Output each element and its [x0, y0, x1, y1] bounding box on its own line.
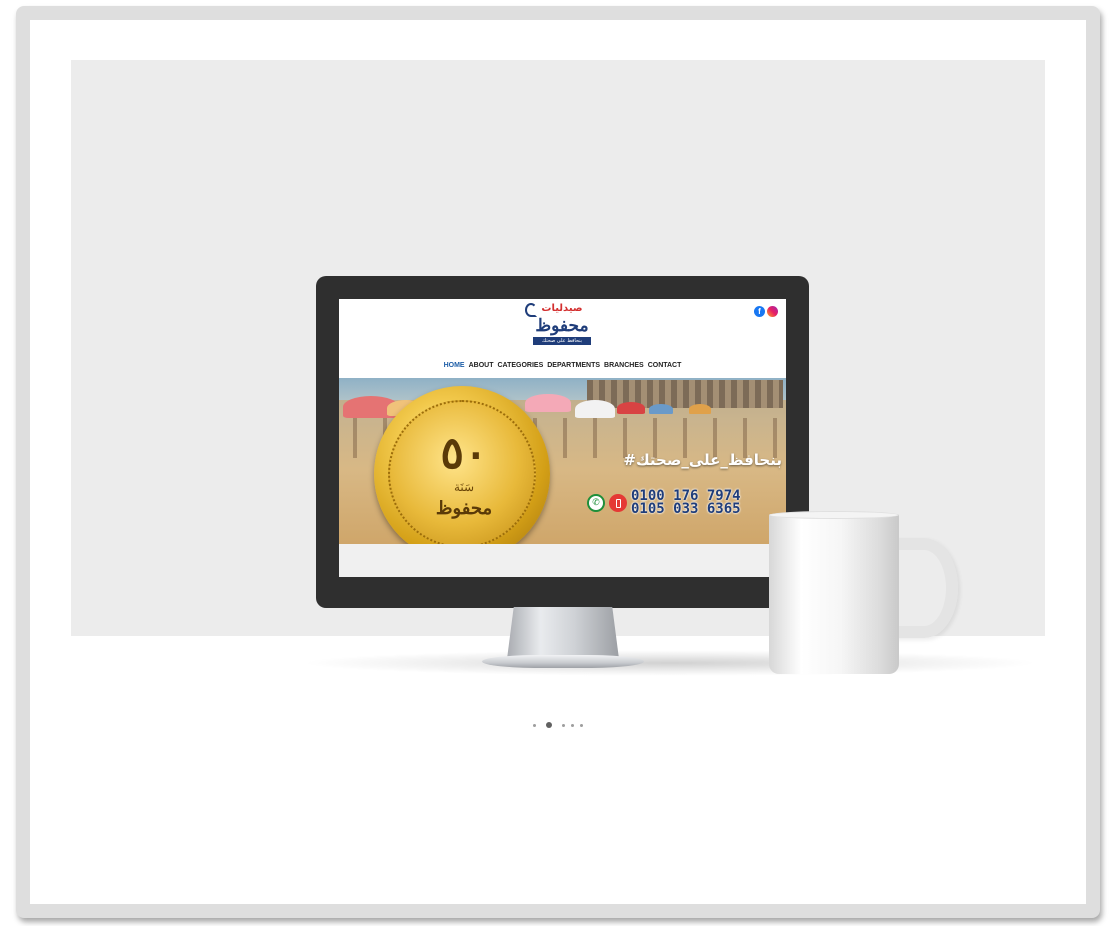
- phone-number-2[interactable]: 0105 033 6365: [631, 502, 741, 516]
- mug-handle: [890, 538, 958, 638]
- beach-umbrella: [575, 400, 615, 418]
- beach-umbrella: [525, 394, 571, 412]
- nav-contact[interactable]: CONTACT: [648, 362, 682, 369]
- hero-hashtag: #بنحافظ_على_صحتك: [623, 451, 782, 469]
- beach-umbrella: [689, 404, 711, 414]
- nav-home[interactable]: HOME: [444, 362, 465, 369]
- floor-shadow: [300, 650, 1040, 676]
- logo-top-text: صيدليات: [541, 303, 583, 314]
- pharmacy-mark-icon: [525, 303, 537, 317]
- phone-icon[interactable]: [609, 494, 627, 512]
- logo-main-text: محفوظ: [535, 316, 589, 336]
- instagram-icon[interactable]: [767, 306, 778, 317]
- phone-numbers: 0100 176 7974 0105 033 6365: [631, 489, 741, 516]
- nav-categories[interactable]: CATEGORIES: [497, 362, 543, 369]
- nav-about[interactable]: ABOUT: [469, 362, 494, 369]
- coin-number: ٥٠: [440, 428, 488, 479]
- carousel-dot-active[interactable]: [546, 722, 552, 728]
- monitor-stand: [507, 607, 619, 659]
- hero-building: [587, 380, 783, 408]
- website-screenshot: f صيدليات محفوظ بنحافظ على صحتك HOME ABO…: [339, 299, 786, 577]
- site-nav: HOME ABOUT CATEGORIES DEPARTMENTS BRANCH…: [339, 362, 786, 369]
- coin-face: ٥٠ سَنَة محفوظ: [388, 400, 536, 548]
- carousel-dot[interactable]: [533, 723, 536, 727]
- monitor-base: [482, 655, 644, 668]
- whatsapp-icon[interactable]: ✆: [587, 494, 605, 512]
- site-header: f صيدليات محفوظ بنحافظ على صحتك HOME ABO…: [339, 299, 786, 377]
- hero-contact: ✆ 0100 176 7974 0105 033 6365: [587, 489, 741, 516]
- anniversary-coin: ٥٠ سَنَة محفوظ: [374, 386, 550, 562]
- site-section-strip: [339, 544, 786, 577]
- coin-name: محفوظ: [435, 498, 493, 519]
- carousel-more-dots[interactable]: [562, 723, 583, 727]
- carousel-dots: [500, 718, 616, 732]
- coffee-mug: [769, 514, 899, 674]
- nav-branches[interactable]: BRANCHES: [604, 362, 644, 369]
- logo-tagline: بنحافظ على صحتك: [533, 337, 591, 345]
- facebook-icon[interactable]: f: [754, 306, 765, 317]
- beach-umbrella: [617, 402, 645, 414]
- social-links: f: [754, 306, 778, 317]
- hero-banner: ٥٠ سَنَة محفوظ #بنحافظ_على_صحتك ✆ 0100 1…: [339, 378, 786, 562]
- nav-departments[interactable]: DEPARTMENTS: [547, 362, 600, 369]
- site-logo[interactable]: صيدليات محفوظ بنحافظ على صحتك: [525, 303, 595, 357]
- mug-rim: [769, 511, 899, 519]
- beach-umbrella: [649, 404, 673, 414]
- coin-subtitle: سَنَة: [453, 480, 475, 494]
- monitor-mockup: f صيدليات محفوظ بنحافظ على صحتك HOME ABO…: [316, 276, 809, 608]
